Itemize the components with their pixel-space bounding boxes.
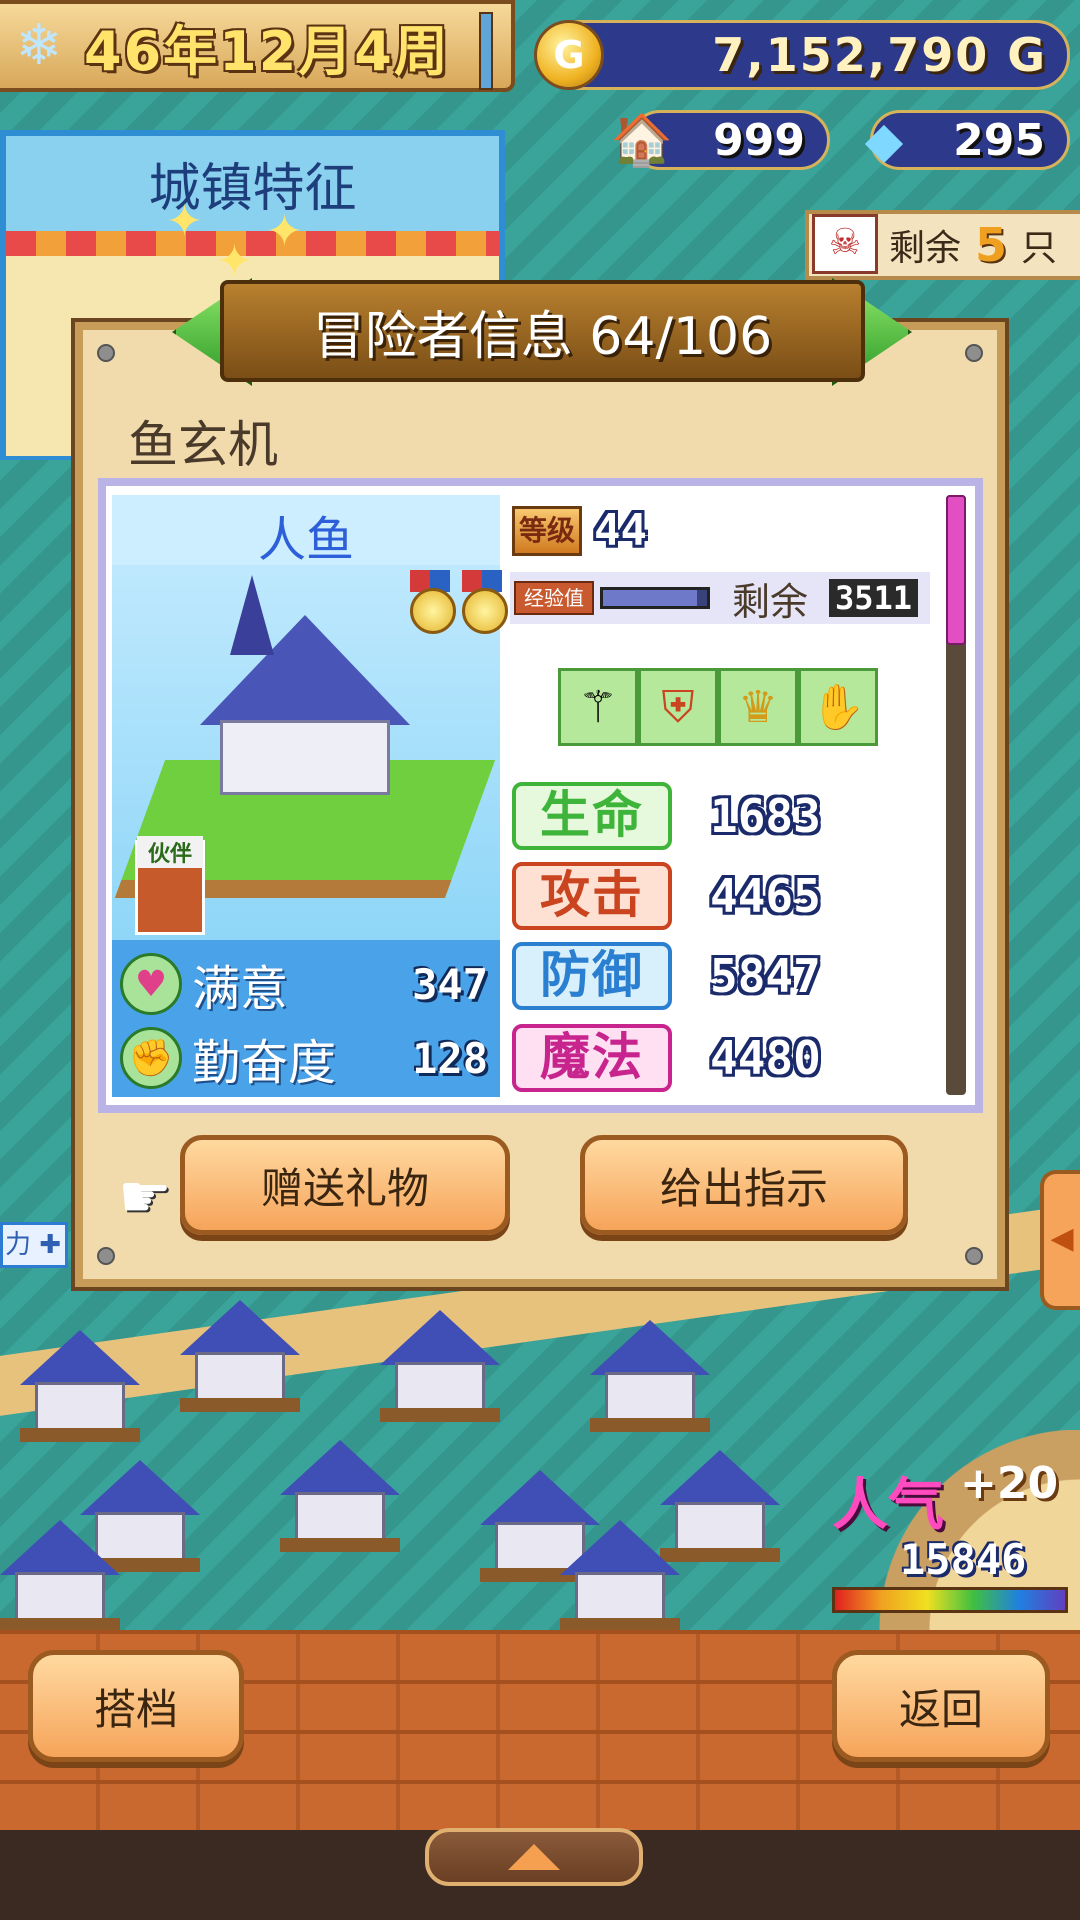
info-scrollbar[interactable] [946, 495, 966, 1095]
town-house [0, 1520, 120, 1632]
stat-label: 魔法 [512, 1024, 672, 1092]
expand-menu-tab[interactable] [425, 1828, 643, 1886]
stat-value: 5847 [710, 949, 821, 1003]
gauntlet-icon[interactable]: ✋ [798, 668, 878, 746]
popularity-delta: +20 [960, 1458, 1059, 1509]
level-value: 44 [594, 505, 647, 556]
armor-icon[interactable]: ⛨ [638, 668, 718, 746]
stat-value: 4465 [710, 869, 821, 923]
town-house [380, 1310, 500, 1422]
exp-remain-label: 剩余 [732, 579, 809, 624]
side-panel-tab[interactable]: ◀ [1040, 1170, 1080, 1310]
scrollbar-thumb[interactable] [946, 495, 966, 645]
heart-icon: ♥ [120, 953, 182, 1015]
stat-label: 防御 [512, 942, 672, 1010]
diligence-label: 勤奋度 [192, 1035, 337, 1091]
adventurer-name: 鱼玄机 [128, 416, 278, 474]
stat-label: 攻击 [512, 862, 672, 930]
give-gift-button[interactable]: 赠送礼物 [180, 1135, 510, 1235]
town-house [590, 1320, 710, 1432]
gold-coin-icon: G [534, 20, 604, 90]
fist-icon: ✊ [120, 1027, 182, 1089]
exp-bar-fill [603, 590, 697, 606]
game-screen: ❄ 46年12月4周 7,152,790 G G 999 🏠 295 ◆ 剩余 … [0, 0, 1080, 1920]
sparkle-icon: ✦ [266, 206, 303, 257]
sparkle-icon: ✦ [166, 196, 203, 247]
exp-badge: 经验值 [514, 581, 594, 615]
exp-remain-value: 3511 [828, 579, 918, 617]
snowflake-icon: ❄ [15, 13, 63, 78]
satisfaction-row: ♥ 满意 347 [112, 948, 500, 1020]
exp-bar [600, 587, 710, 609]
town-house [20, 1330, 140, 1442]
house-icon: 🏠 [610, 110, 674, 169]
crown-icon[interactable]: ♛ [718, 668, 798, 746]
pointing-hand-icon: ☛ [118, 1162, 172, 1232]
stat-value: 4480 [710, 1031, 821, 1085]
equipment-row: ⚚ ⛨ ♛ ✋ [558, 668, 878, 746]
season-gauge [479, 12, 493, 90]
chevron-up-icon [508, 1844, 560, 1870]
town-house [180, 1300, 300, 1412]
left-side-tag[interactable]: 力 ✚ [0, 1222, 68, 1268]
remain-unit: 只 [1021, 228, 1058, 269]
popularity-gauge [832, 1587, 1068, 1613]
gold-counter: 7,152,790 G [545, 20, 1070, 90]
popularity-label: 人气 [832, 1473, 944, 1538]
stat-row: 防御 5847 [512, 940, 932, 1012]
home-building [200, 575, 410, 795]
dialog-title: 冒险者信息 64/106 [220, 280, 865, 382]
medal-icon [410, 570, 456, 634]
satisfaction-value: 347 [412, 959, 488, 1009]
town-feature-title: 城镇特征 [148, 159, 357, 219]
stat-value: 1683 [710, 789, 821, 843]
crystal-icon: ◆ [864, 111, 904, 169]
back-button[interactable]: 返回 [832, 1650, 1050, 1762]
stat-row: 攻击 4465 [512, 860, 932, 932]
adventurer-species: 人鱼 [257, 512, 354, 568]
remain-label: 剩余 [889, 228, 962, 269]
town-house [280, 1440, 400, 1552]
stat-label: 生命 [512, 782, 672, 850]
diligence-row: ✊ 勤奋度 128 [112, 1022, 500, 1094]
staff-icon[interactable]: ⚚ [558, 668, 638, 746]
medal-icon [462, 570, 508, 634]
town-house [560, 1520, 680, 1632]
exp-row: 经验值 剩余 3511 [510, 572, 930, 624]
diligence-value: 128 [412, 1033, 488, 1083]
monster-icon: ☠ [812, 214, 878, 274]
satisfaction-label: 满意 [192, 961, 289, 1017]
stat-row: 生命 1683 [512, 780, 932, 852]
partner-label: 伙伴 [137, 836, 203, 868]
remain-count: 5 [975, 218, 1008, 272]
level-row: 等级 44 [512, 505, 647, 556]
give-instruction-button[interactable]: 给出指示 [580, 1135, 908, 1235]
houses-count: 999 [713, 114, 805, 166]
medals [410, 570, 508, 634]
level-badge: 等级 [512, 505, 582, 556]
date-display: ❄ 46年12月4周 [0, 0, 515, 92]
date-text: 46年12月4周 [84, 19, 450, 83]
crystals-count: 295 [953, 114, 1045, 166]
stat-row: 魔法 4480 [512, 1022, 932, 1094]
popularity-value: 15846 [900, 1535, 1027, 1584]
gold-amount: 7,152,790 G [712, 28, 1047, 82]
partner-button[interactable]: 搭档 [28, 1650, 244, 1762]
